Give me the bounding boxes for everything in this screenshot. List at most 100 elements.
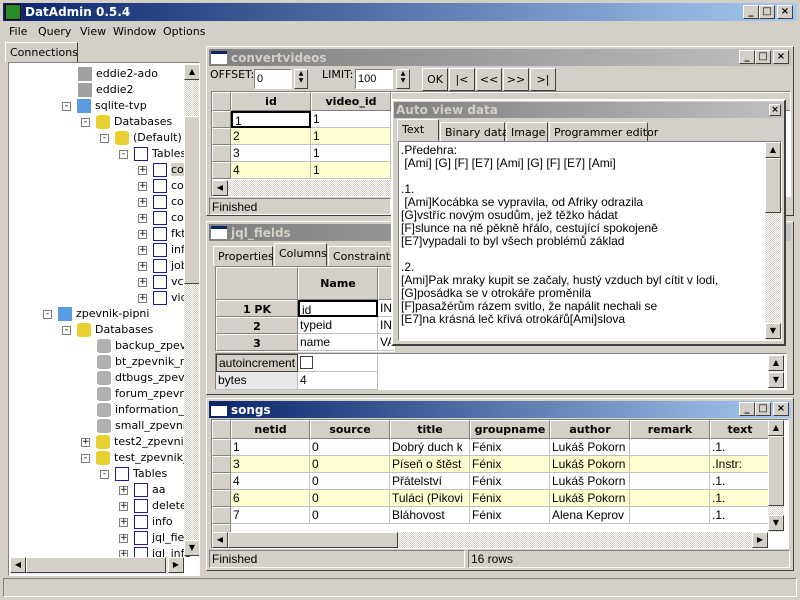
text-viewer[interactable]: .Předehra: [Ami] [G] [F] [E7] [Ami] [G] … <box>398 141 782 341</box>
tree-item[interactable]: - test_zpevnik_n <box>81 450 196 466</box>
scroll-thumb[interactable] <box>184 116 199 284</box>
row-header[interactable]: 3 <box>216 334 298 351</box>
grid-cell[interactable]: Lukáš Pokorn <box>550 490 630 507</box>
grid-cell[interactable]: 0 <box>310 490 390 507</box>
property-scrollbar[interactable]: ▲ ▼ <box>768 355 784 388</box>
scroll-up-arrow[interactable]: ▲ <box>765 142 781 158</box>
tree-item[interactable]: - Tables <box>100 466 167 482</box>
tree-item[interactable]: + info <box>119 514 173 530</box>
tab-columns[interactable]: Columns <box>274 243 327 266</box>
grid-cell[interactable]: Alena Keprov <box>550 507 630 524</box>
close-button[interactable]: × <box>773 50 789 64</box>
grid-cell[interactable]: Fénix <box>470 490 550 507</box>
grid-vertical-scrollbar[interactable]: ▲ ▼ <box>768 420 784 532</box>
tab-binary-data[interactable]: Binary data <box>440 122 509 142</box>
menu-view[interactable]: View <box>80 25 106 38</box>
column-header-id[interactable]: id <box>231 92 311 111</box>
tab-connections[interactable]: Connections <box>5 42 78 62</box>
grid-cell[interactable]: Lukáš Pokorn <box>550 439 630 456</box>
grid-cell[interactable]: Bláhovost <box>390 507 470 524</box>
tree-item[interactable]: - Databases <box>81 114 172 130</box>
column-header-text[interactable]: text <box>710 420 770 439</box>
offset-spinner[interactable]: ▲ ▼ <box>294 69 308 89</box>
scroll-left-arrow[interactable]: ◀ <box>212 180 228 196</box>
ok-button[interactable]: OK <box>422 68 448 91</box>
grid-cell[interactable]: 1 <box>231 439 310 456</box>
column-name-cell[interactable]: name <box>298 334 378 351</box>
column-header-groupname[interactable]: groupname <box>470 420 550 439</box>
grid-cell[interactable] <box>630 490 710 507</box>
grid-cell[interactable]: 1 <box>311 145 391 162</box>
scroll-thumb[interactable] <box>768 436 784 506</box>
grid-cell[interactable]: Fénix <box>470 439 550 456</box>
grid-cell[interactable]: .1. <box>710 439 770 456</box>
scroll-up-arrow[interactable]: ▲ <box>184 64 199 80</box>
tree-item[interactable]: + job <box>138 258 188 274</box>
tree-item[interactable]: + aa <box>119 482 165 498</box>
limit-input[interactable] <box>355 69 393 89</box>
scroll-thumb[interactable] <box>765 158 781 213</box>
grid-cell[interactable]: .1. <box>710 473 770 490</box>
row-header[interactable] <box>212 111 231 128</box>
scroll-up-arrow[interactable]: ▲ <box>768 355 784 371</box>
autoincrement-checkbox[interactable] <box>298 354 378 372</box>
scroll-right-arrow[interactable]: ▶ <box>752 532 768 548</box>
scroll-down-arrow[interactable]: ▼ <box>184 540 199 556</box>
tab-constraints[interactable]: Constraints <box>328 246 396 266</box>
scroll-thumb[interactable] <box>26 557 166 573</box>
collapse-icon[interactable]: - <box>62 325 71 335</box>
column-name-cell[interactable]: typeid <box>298 317 378 334</box>
prev-page-button[interactable]: << <box>476 68 502 91</box>
offset-input[interactable] <box>254 69 292 89</box>
grid-cell[interactable] <box>630 473 710 490</box>
row-header[interactable] <box>212 473 231 490</box>
row-header[interactable] <box>212 490 231 507</box>
expand-icon[interactable]: + <box>81 437 90 447</box>
tab-text[interactable]: Text <box>397 119 439 141</box>
grid-cell[interactable] <box>630 507 710 524</box>
grid-cell[interactable]: Píseň o štěst <box>390 456 470 473</box>
grid-cell[interactable]: Dobrý duch k <box>390 439 470 456</box>
last-page-button[interactable]: >| <box>530 68 556 91</box>
grid-cell[interactable]: Fénix <box>470 456 550 473</box>
grid-cell[interactable]: Tuláci (Pikovi <box>390 490 470 507</box>
expand-icon[interactable]: + <box>119 501 128 511</box>
expand-icon[interactable]: + <box>138 213 147 223</box>
grid-cell[interactable]: 4 <box>231 473 310 490</box>
column-header-title[interactable]: title <box>390 420 470 439</box>
collapse-icon[interactable]: - <box>62 101 71 111</box>
scroll-left-arrow[interactable]: ◀ <box>212 532 228 548</box>
expand-icon[interactable]: + <box>138 245 147 255</box>
tree-item[interactable]: + test2_zpevnik_ <box>81 434 196 450</box>
close-button[interactable]: × <box>769 104 781 116</box>
scroll-down-arrow[interactable]: ▼ <box>768 515 784 531</box>
expand-icon[interactable]: + <box>138 165 147 175</box>
grid-cell[interactable]: Lukáš Pokorn <box>550 473 630 490</box>
expand-icon[interactable]: + <box>138 293 147 303</box>
grid-cell[interactable] <box>630 439 710 456</box>
expand-icon[interactable]: + <box>138 229 147 239</box>
minimize-button[interactable]: _ <box>739 50 755 64</box>
grid-cell[interactable]: 0 <box>310 473 390 490</box>
expand-icon[interactable]: + <box>138 181 147 191</box>
menu-options[interactable]: Options <box>163 25 205 38</box>
next-page-button[interactable]: >> <box>503 68 529 91</box>
menu-query[interactable]: Query <box>38 25 71 38</box>
grid-cell[interactable]: 1 <box>311 128 391 145</box>
tree-item[interactable]: - Databases <box>62 322 153 338</box>
column-header-name[interactable]: Name <box>298 267 378 300</box>
row-header[interactable] <box>212 162 231 179</box>
collapse-icon[interactable]: - <box>43 309 52 319</box>
expand-icon[interactable]: + <box>119 533 128 543</box>
text-scrollbar[interactable]: ▲ ▼ <box>765 142 781 340</box>
grid-cell[interactable]: 0 <box>310 456 390 473</box>
scroll-down-arrow[interactable]: ▼ <box>765 323 781 339</box>
column-header-remark[interactable]: remark <box>630 420 710 439</box>
expand-icon[interactable]: + <box>138 197 147 207</box>
tree-item[interactable]: small_zpevnik_ <box>97 418 198 434</box>
column-header-video_id[interactable]: video_id <box>311 92 391 111</box>
column-header-netid[interactable]: netid <box>231 420 310 439</box>
grid-cell[interactable]: 4 <box>231 162 311 179</box>
row-header[interactable] <box>212 145 231 162</box>
collapse-icon[interactable]: - <box>81 117 90 127</box>
